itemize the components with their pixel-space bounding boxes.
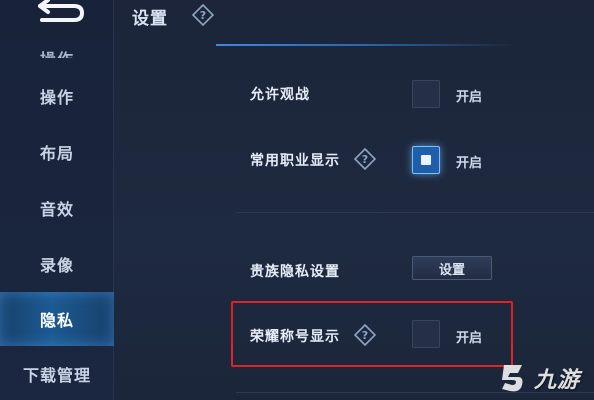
- common-role-display-checkbox[interactable]: [412, 146, 440, 174]
- allow-spectate-checkbox[interactable]: [412, 80, 440, 108]
- sidebar-item-operation[interactable]: 操作: [0, 70, 114, 122]
- question-diamond-icon[interactable]: ?: [354, 148, 376, 170]
- page-title: 设置: [132, 9, 168, 29]
- sidebar-item-layout[interactable]: 布局: [0, 126, 114, 178]
- sidebar-item-privacy[interactable]: 隐私: [0, 292, 114, 346]
- sidebar-item-download-manager[interactable]: 下载管理: [0, 348, 114, 400]
- sidebar-item-label: 音效: [39, 200, 74, 219]
- header-accent-line: [216, 44, 516, 46]
- sidebar: 操作 操作 布局 音效 录像 隐私 下载管理: [0, 0, 114, 400]
- jiuyou-logo-icon: [502, 365, 523, 392]
- honor-title-display-checkbox[interactable]: [412, 320, 440, 348]
- question-diamond-icon[interactable]: ?: [354, 324, 376, 346]
- common-role-display-toggle-text: 开启: [456, 156, 483, 171]
- sidebar-item-label: 隐私: [39, 311, 74, 330]
- sidebar-item-label: 操作: [39, 88, 74, 107]
- honor-title-display-toggle-text: 开启: [456, 331, 483, 346]
- allow-spectate-label: 允许观战: [250, 87, 310, 103]
- settings-panel: 设置 ? 允许观战 开启 常用职业显示 ? 开启 贵族隐私设置 设置 荣耀称号显…: [114, 0, 594, 400]
- watermark: 九游: [496, 360, 590, 396]
- noble-privacy-label: 贵族隐私设置: [250, 264, 340, 280]
- honor-title-display-label: 荣耀称号显示: [250, 329, 340, 345]
- noble-privacy-settings-button[interactable]: 设置: [412, 256, 492, 280]
- common-role-display-label: 常用职业显示: [250, 153, 340, 169]
- sidebar-item-label: 下载管理: [22, 366, 91, 385]
- section-divider: [236, 212, 594, 213]
- sidebar-item-label: 操作: [40, 46, 74, 58]
- sidebar-item-replay[interactable]: 录像: [0, 238, 114, 290]
- svg-text:?: ?: [362, 329, 368, 342]
- back-arrow-icon[interactable]: [34, 0, 86, 26]
- sidebar-item-sound[interactable]: 音效: [0, 182, 114, 234]
- sidebar-item-label: 布局: [39, 144, 74, 163]
- sidebar-item-label: 录像: [39, 256, 74, 275]
- svg-text:?: ?: [200, 9, 206, 22]
- allow-spectate-toggle-text: 开启: [456, 90, 483, 105]
- watermark-text: 九游: [534, 368, 581, 393]
- question-diamond-icon[interactable]: ?: [192, 4, 214, 26]
- svg-text:?: ?: [362, 153, 368, 166]
- sidebar-item-partial[interactable]: 操作: [0, 30, 114, 58]
